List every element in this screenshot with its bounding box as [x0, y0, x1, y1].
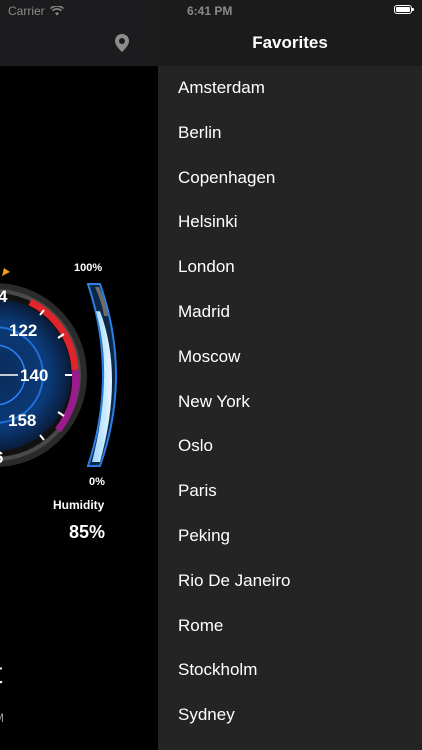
favorite-city-item[interactable]: Amsterdam — [158, 66, 422, 111]
location-pin-icon[interactable] — [113, 33, 131, 53]
humidity-scale-max: 100% — [74, 262, 103, 274]
favorite-city-item[interactable]: Berlin — [158, 111, 422, 156]
battery-icon — [394, 5, 414, 14]
favorite-city-item[interactable]: Rome — [158, 604, 422, 649]
favorite-city-item[interactable]: Madrid — [158, 290, 422, 335]
favorite-city-item[interactable]: Sydney — [158, 693, 422, 738]
weather-main-panel: 4 122 140 158 6 100% 0% Humidity 85% t M — [0, 0, 158, 750]
city-name-fragment: t — [0, 657, 2, 691]
favorite-city-item[interactable]: Paris — [158, 469, 422, 514]
gauge-tick-label: 158 — [8, 411, 36, 430]
humidity-scale-min: 0% — [89, 476, 105, 488]
favorite-city-item[interactable]: Stockholm — [158, 648, 422, 693]
gauge-tick-label: 6 — [0, 448, 3, 467]
favorite-city-item[interactable]: Helsinki — [158, 200, 422, 245]
humidity-label: Humidity — [53, 498, 105, 512]
favorite-city-item[interactable]: Oslo — [158, 424, 422, 469]
favorite-city-item[interactable]: Moscow — [158, 335, 422, 380]
favorites-title: Favorites — [252, 33, 328, 52]
favorites-list: Amsterdam Berlin Copenhagen Helsinki London M… — [158, 66, 422, 738]
gauge-tick-label: 122 — [9, 321, 37, 340]
favorites-drawer: Favorites Amsterdam Berlin Copenhagen Helsi… — [158, 0, 422, 750]
favorite-city-item[interactable]: Rio De Janeiro — [158, 559, 422, 604]
gauge-tick-label: 4 — [0, 287, 8, 306]
favorite-city-item[interactable]: New York — [158, 380, 422, 425]
carrier-label: Carrier — [8, 4, 45, 18]
favorite-city-item[interactable]: London — [158, 245, 422, 290]
wifi-icon — [49, 6, 64, 16]
favorite-city-item[interactable]: Peking — [158, 514, 422, 559]
status-time: 6:41 PM — [187, 4, 233, 18]
humidity-value: 85% — [69, 522, 106, 542]
gauge-tick-label: 140 — [20, 366, 48, 385]
favorite-city-item[interactable]: Copenhagen — [158, 156, 422, 201]
status-bar: Carrier 6:41 PM — [0, 0, 422, 22]
subtitle-fragment: M — [0, 711, 4, 725]
carrier-group: Carrier — [8, 4, 64, 18]
